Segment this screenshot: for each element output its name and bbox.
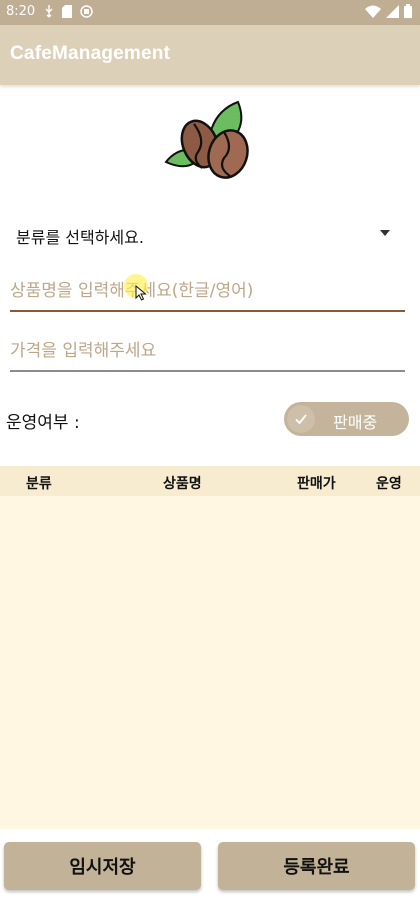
status-left-icons: [44, 5, 93, 18]
table-body[interactable]: [0, 496, 420, 829]
wifi-icon: [365, 5, 381, 18]
usb-icon: [45, 5, 53, 18]
status-time: 8:20: [6, 4, 36, 19]
price-field: [10, 332, 405, 372]
column-header-operation: 운영: [376, 476, 402, 492]
check-icon: [295, 414, 307, 425]
sale-status-toggle[interactable]: 판매중: [284, 402, 409, 436]
app-notification-icon: [80, 5, 93, 18]
column-header-category: 분류: [26, 476, 52, 492]
category-spinner[interactable]: 분류를 선택하세요.: [10, 218, 410, 250]
category-selected: 분류를 선택하세요.: [16, 228, 144, 247]
app-title: CafeManagement: [10, 43, 171, 64]
toggle-knob: [287, 405, 315, 433]
coffee-beans-icon: [164, 100, 249, 179]
signal-icon: [386, 4, 399, 18]
pointer-cursor-icon: [135, 285, 147, 301]
touch-cursor: [124, 274, 148, 301]
app-bar: CafeManagement: [0, 25, 420, 85]
column-header-product-name: 상품명: [163, 476, 202, 492]
product-name-underline: [10, 310, 405, 312]
operation-label: 운영여부 :: [6, 413, 80, 433]
product-name-field: [10, 272, 405, 312]
product-name-input[interactable]: [10, 272, 405, 310]
toggle-label: 판매중: [333, 413, 378, 432]
battery-icon: [404, 4, 412, 18]
temp-save-button[interactable]: 임시저장: [4, 842, 201, 890]
price-underline: [10, 370, 405, 372]
dropdown-arrow-icon: [380, 230, 390, 236]
price-input[interactable]: [10, 332, 405, 370]
sd-card-icon: [62, 5, 72, 18]
status-bar: 8:20: [0, 0, 420, 25]
column-header-price: 판매가: [297, 476, 336, 492]
table-header: 분류 상품명 판매가 운영: [0, 466, 420, 496]
status-right-icons: [365, 4, 412, 18]
complete-registration-button[interactable]: 등록완료: [218, 842, 415, 890]
